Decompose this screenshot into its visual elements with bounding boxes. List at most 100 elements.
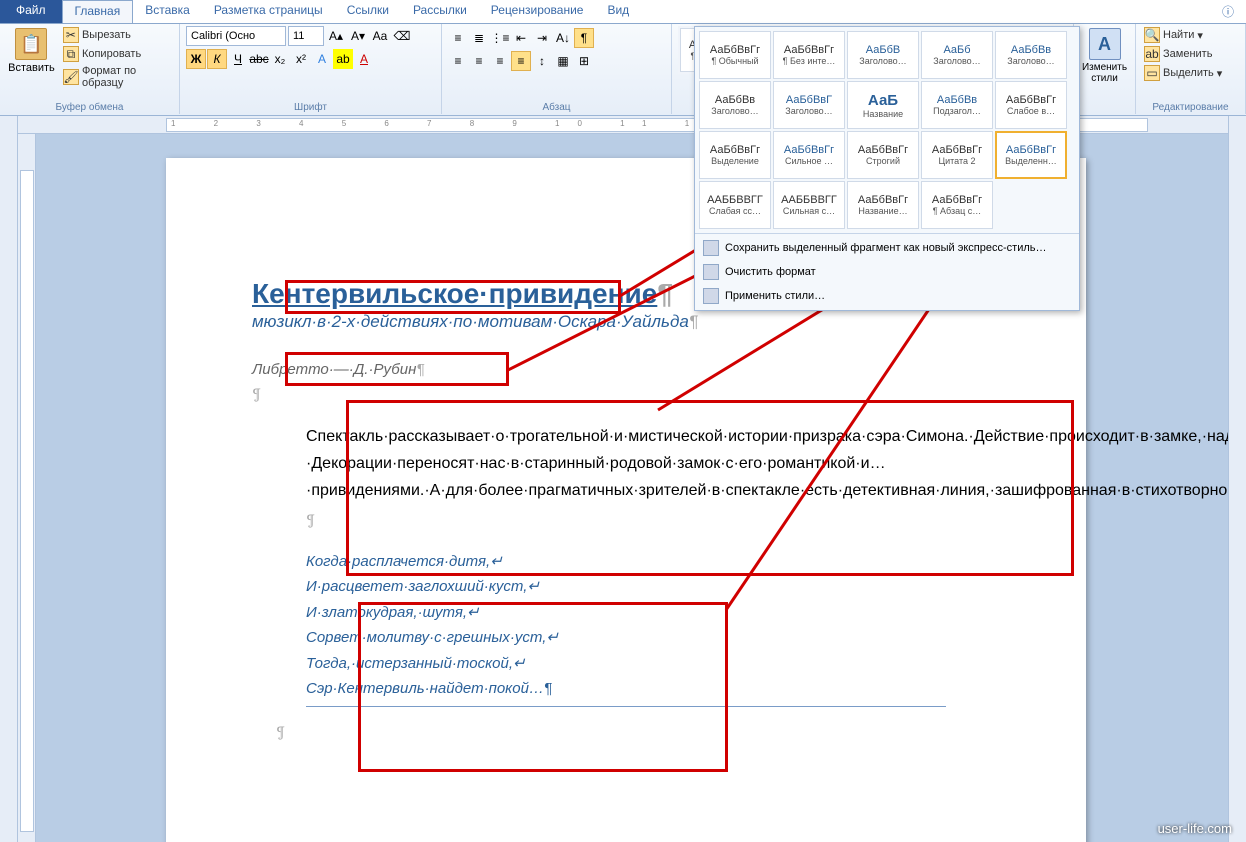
find-icon: 🔍 (1144, 27, 1160, 43)
styles-popup-grid: АаБбВвГг¶ ОбычныйАаБбВвГг¶ Без инте…АаБб… (695, 27, 1079, 233)
font-name-select[interactable] (186, 26, 286, 46)
multilevel-icon[interactable]: ⋮≡ (490, 28, 510, 48)
tab-mailings[interactable]: Рассылки (401, 0, 479, 23)
style-item[interactable]: АаБНазвание (847, 81, 919, 129)
doc-quote[interactable]: Когда·расплачется·дитя,↵И·расцветет·загл… (252, 549, 1000, 702)
cut-button[interactable]: ✂Вырезать (61, 26, 173, 44)
tab-references[interactable]: Ссылки (335, 0, 401, 23)
style-item[interactable]: АаБбВЗаголово… (847, 31, 919, 79)
numbering-icon[interactable]: ≣ (469, 28, 489, 48)
apply-styles-icon (703, 288, 719, 304)
styles-popup: АаБбВвГг¶ ОбычныйАаБбВвГг¶ Без инте…АаБб… (694, 26, 1080, 311)
doc-author[interactable]: Либретто·—·Д.·Рубин¶ (252, 360, 424, 378)
tab-review[interactable]: Рецензирование (479, 0, 596, 23)
paste-button[interactable]: 📋 Вставить (6, 26, 57, 76)
style-item[interactable]: АаБбЗаголово… (921, 31, 993, 79)
empty-para-2[interactable]: ¶ (306, 511, 1000, 529)
style-item[interactable]: АаБбВвГг¶ Обычный (699, 31, 771, 79)
justify-icon[interactable]: ≡ (511, 51, 531, 71)
style-item[interactable]: ААББВВГГСильная с… (773, 181, 845, 229)
save-style-icon (703, 240, 719, 256)
brush-icon: 🖌 (63, 69, 79, 85)
quote-divider (306, 706, 946, 707)
borders-icon[interactable]: ⊞ (574, 51, 594, 71)
group-editing-label: Редактирование (1136, 102, 1245, 113)
clear-formatting[interactable]: Очистить формат (695, 260, 1079, 284)
vertical-ruler[interactable] (18, 134, 36, 842)
ruler-corner (0, 116, 18, 842)
underline-button[interactable]: Ч (228, 49, 248, 69)
style-item[interactable]: АаБбВвГг¶ Без инте… (773, 31, 845, 79)
bullets-icon[interactable]: ≡ (448, 28, 468, 48)
align-left-icon[interactable]: ≡ (448, 51, 468, 71)
style-item[interactable]: ААББВВГГСлабая сс… (699, 181, 771, 229)
copy-button[interactable]: ⧉Копировать (61, 45, 173, 63)
style-item[interactable]: АаБбВвГгЦитата 2 (921, 131, 993, 179)
indent-decrease-icon[interactable]: ⇤ (511, 28, 531, 48)
align-center-icon[interactable]: ≡ (469, 51, 489, 71)
shrink-font-icon[interactable]: A▾ (348, 26, 368, 46)
change-case-icon[interactable]: Aa (370, 26, 390, 46)
grow-font-icon[interactable]: A▴ (326, 26, 346, 46)
line-spacing-icon[interactable]: ↕ (532, 51, 552, 71)
empty-para[interactable]: ¶ (252, 385, 1000, 403)
style-item[interactable]: АаБбВвЗаголово… (699, 81, 771, 129)
bold-button[interactable]: Ж (186, 49, 206, 69)
tab-home[interactable]: Главная (62, 0, 134, 23)
font-color-icon[interactable]: A (354, 49, 374, 69)
ribbon-tabs: Файл Главная Вставка Разметка страницы С… (0, 0, 1246, 24)
style-item[interactable]: АаБбВвГгНазвание… (847, 181, 919, 229)
format-painter-button[interactable]: 🖌Формат по образцу (61, 64, 173, 90)
group-paragraph: ≡ ≣ ⋮≡ ⇤ ⇥ A↓ ¶ ≡ ≡ ≡ ≡ ↕ ▦ ⊞ (442, 24, 672, 114)
indent-increase-icon[interactable]: ⇥ (532, 28, 552, 48)
scissors-icon: ✂ (63, 27, 79, 43)
style-item[interactable]: АаБбВвЗаголово… (995, 31, 1067, 79)
style-item[interactable]: АаБбВвГгВыделение (699, 131, 771, 179)
paste-icon: 📋 (15, 28, 47, 60)
subscript-button[interactable]: x₂ (270, 49, 290, 69)
style-item[interactable]: АаБбВвГгСлабое в… (995, 81, 1067, 129)
align-right-icon[interactable]: ≡ (490, 51, 510, 71)
save-selection-style[interactable]: Сохранить выделенный фрагмент как новый … (695, 236, 1079, 260)
style-item[interactable]: АаБбВвГгВыделенн… (995, 131, 1067, 179)
group-font: A▴ A▾ Aa ⌫ Ж К Ч abc x₂ x² A ab A Шри (180, 24, 442, 114)
vertical-scrollbar[interactable] (1228, 116, 1246, 842)
strike-button[interactable]: abc (249, 49, 269, 69)
italic-button[interactable]: К (207, 49, 227, 69)
empty-para-3[interactable]: ¶ (276, 723, 1000, 741)
find-button[interactable]: 🔍Найти ▾ (1142, 26, 1224, 44)
clear-format-icon[interactable]: ⌫ (392, 26, 412, 46)
doc-subtitle[interactable]: мюзикл·в·2-х·действиях·по·мотивам·Оскара… (252, 312, 1000, 332)
doc-title[interactable]: Кентервильское·привидение¶ (252, 278, 673, 310)
style-item[interactable]: АаБбВвГгСильное … (773, 131, 845, 179)
styles-popup-actions: Сохранить выделенный фрагмент как новый … (695, 233, 1079, 310)
shading-icon[interactable]: ▦ (553, 51, 573, 71)
group-clipboard: 📋 Вставить ✂Вырезать ⧉Копировать 🖌Формат… (0, 24, 180, 114)
change-styles-button[interactable]: A Изменить стили (1080, 26, 1129, 86)
sort-icon[interactable]: A↓ (553, 28, 573, 48)
style-item[interactable]: АаБбВвГг¶ Абзац с… (921, 181, 993, 229)
apply-styles[interactable]: Применить стили… (695, 284, 1079, 308)
tab-view[interactable]: Вид (595, 0, 641, 23)
ribbon-help-icon[interactable]: ⓘ (1210, 0, 1246, 23)
doc-body[interactable]: Спектакль·рассказывает·о·трогательной·и·… (306, 423, 990, 505)
style-item[interactable]: АаБбВвГгСтрогий (847, 131, 919, 179)
replace-button[interactable]: abЗаменить (1142, 45, 1224, 63)
clear-format-icon (703, 264, 719, 280)
show-marks-icon[interactable]: ¶ (574, 28, 594, 48)
group-paragraph-label: Абзац (442, 102, 671, 113)
copy-icon: ⧉ (63, 46, 79, 62)
tab-insert[interactable]: Вставка (133, 0, 202, 23)
font-size-select[interactable] (288, 26, 324, 46)
superscript-button[interactable]: x² (291, 49, 311, 69)
style-item[interactable]: АаБбВвГЗаголово… (773, 81, 845, 129)
tab-file[interactable]: Файл (0, 0, 62, 23)
group-clipboard-label: Буфер обмена (0, 102, 179, 113)
group-change-styles: A Изменить стили (1074, 24, 1136, 114)
text-effects-icon[interactable]: A (312, 49, 332, 69)
tab-layout[interactable]: Разметка страницы (202, 0, 335, 23)
style-item[interactable]: АаБбВвПодзагол… (921, 81, 993, 129)
select-button[interactable]: ▭Выделить ▾ (1142, 64, 1224, 82)
watermark: user-life.com (1158, 821, 1232, 836)
highlight-icon[interactable]: ab (333, 49, 353, 69)
